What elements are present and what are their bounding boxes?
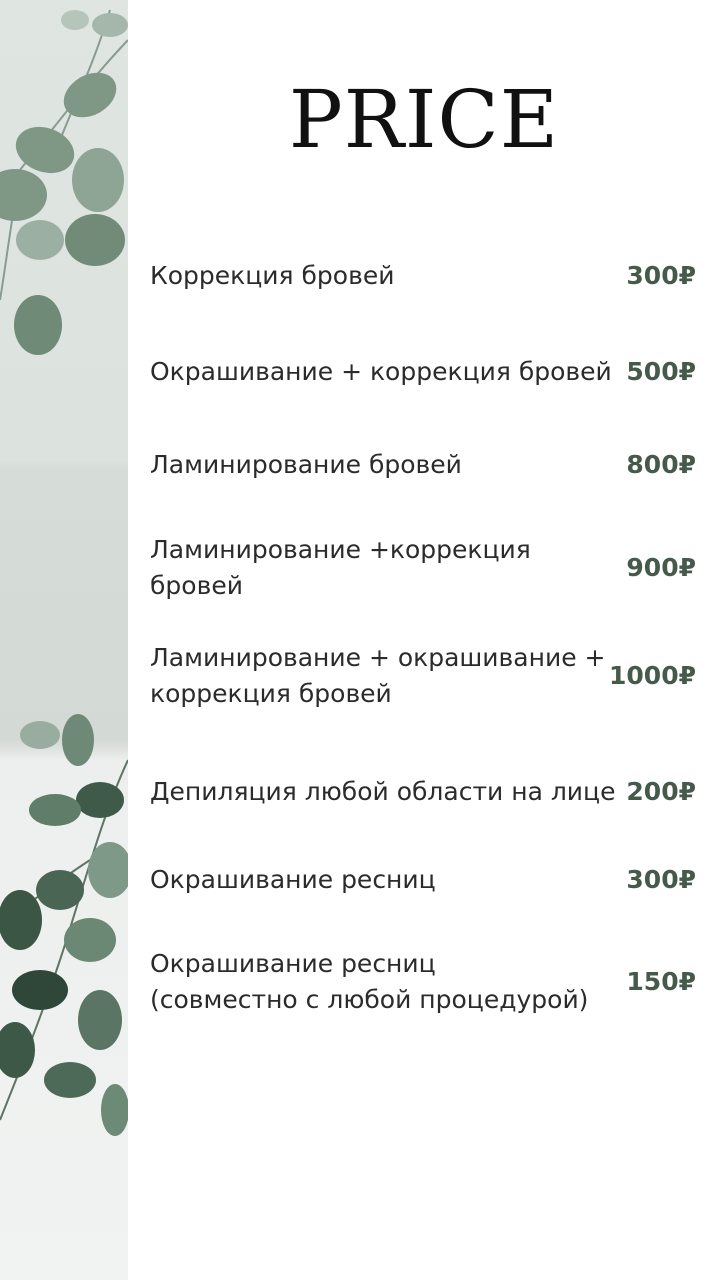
eucalyptus-photo-panel xyxy=(0,0,128,1280)
page-title: PRICE xyxy=(288,73,560,166)
service-name: Ламинирование бровей xyxy=(150,450,462,479)
service-name: Коррекция бровей xyxy=(150,261,395,290)
eucalyptus-leaves-illustration xyxy=(0,9,128,1136)
service-price: 900₽ xyxy=(626,553,696,582)
service-name: Ламинирование +коррекция бровей xyxy=(150,535,531,600)
service-name: Ламинирование + окрашивание + коррекция … xyxy=(150,643,606,708)
service-name: Депиляция любой области на лице xyxy=(150,777,616,806)
service-price: 1000₽ xyxy=(609,661,696,690)
service-price: 300₽ xyxy=(626,261,696,290)
service-price: 800₽ xyxy=(626,450,696,479)
service-name: Окрашивание ресниц (совместно с любой пр… xyxy=(150,949,589,1014)
service-price: 300₽ xyxy=(626,865,696,894)
service-name: Окрашивание + коррекция бровей xyxy=(150,357,612,386)
service-price: 200₽ xyxy=(626,777,696,806)
service-price: 150₽ xyxy=(626,967,696,996)
service-name: Окрашивание ресниц xyxy=(150,865,436,894)
service-price: 500₽ xyxy=(626,357,696,386)
